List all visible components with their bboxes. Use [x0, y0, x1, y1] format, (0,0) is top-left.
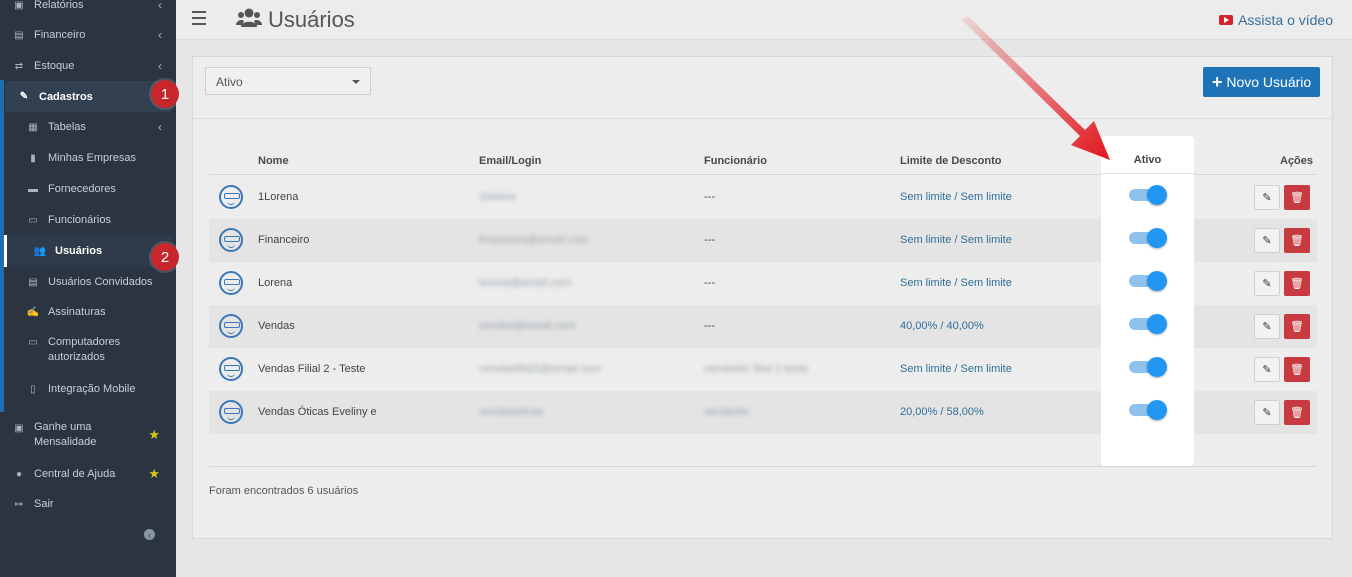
annotation-arrow-icon [962, 16, 1110, 160]
